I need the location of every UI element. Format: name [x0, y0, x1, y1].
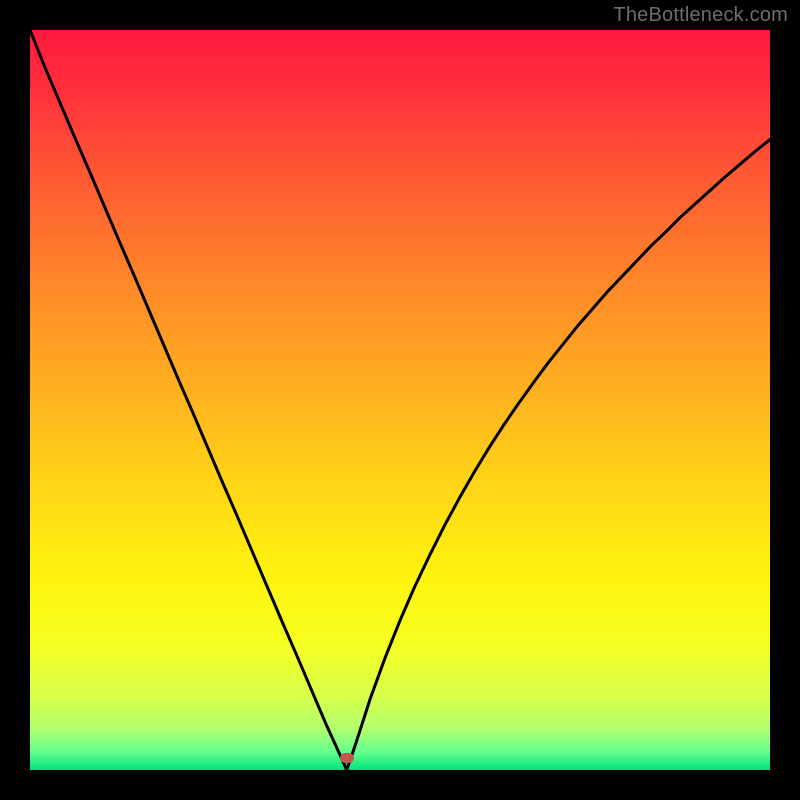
background-gradient — [30, 30, 770, 770]
plot-area — [30, 30, 770, 770]
watermark-text: TheBottleneck.com — [613, 4, 788, 27]
chart-frame: TheBottleneck.com — [0, 0, 800, 800]
